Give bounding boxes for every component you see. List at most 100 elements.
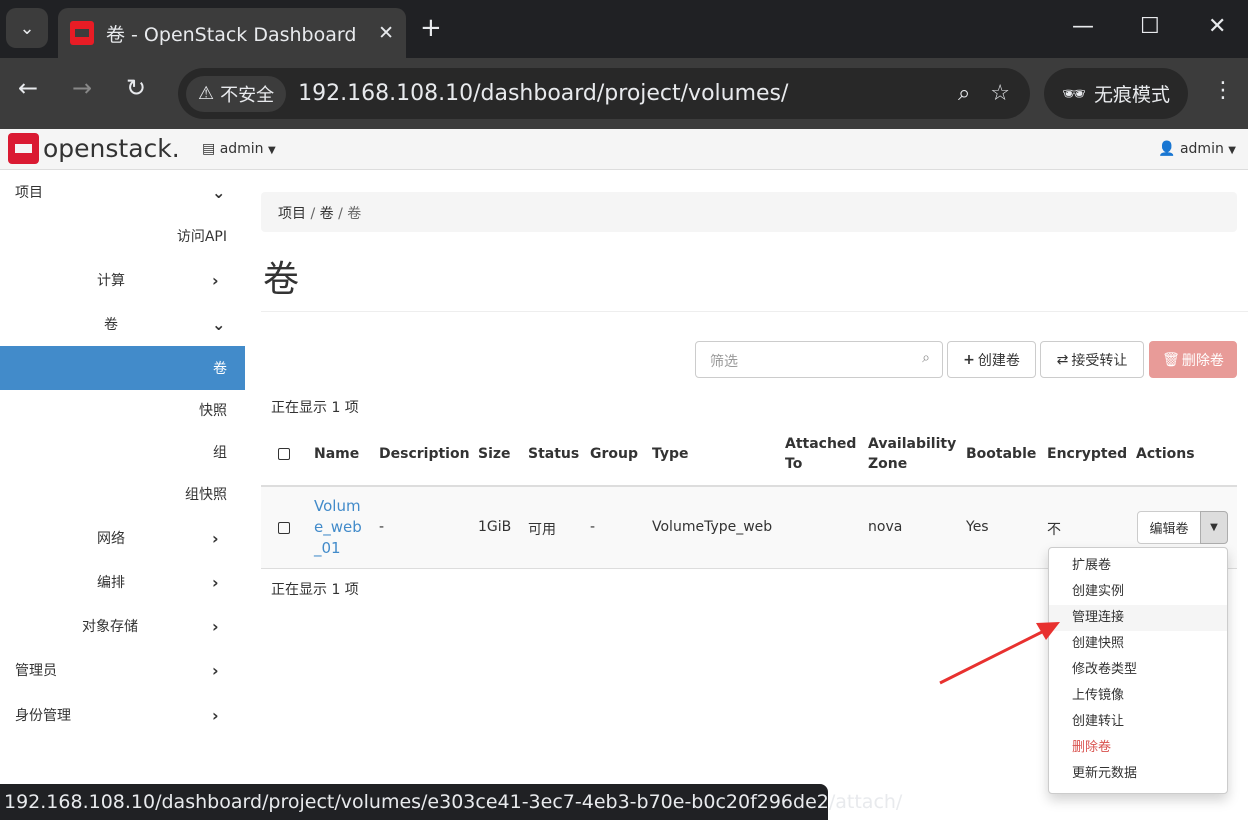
menu-item-launch-instance[interactable]: 创建实例 (1049, 579, 1227, 605)
menu-item-upload-image[interactable]: 上传镜像 (1049, 683, 1227, 709)
incognito-label: 无痕模式 (1094, 84, 1171, 106)
menu-item-manage-attachments[interactable]: 管理连接 (1049, 605, 1227, 631)
accept-transfer-button[interactable]: ⇄ 接受转让 (1040, 341, 1144, 378)
column-header[interactable]: Attached To (785, 434, 856, 474)
breadcrumb-item: 卷 (347, 206, 362, 222)
menu-item-create-transfer[interactable]: 创建转让 (1049, 709, 1227, 735)
close-icon[interactable]: ✕ (378, 22, 394, 44)
sidebar-item-admin[interactable]: 管理员 › (0, 648, 245, 692)
column-header[interactable]: Bootable (966, 444, 1036, 464)
row-checkbox[interactable] (278, 522, 290, 534)
star-icon[interactable]: ☆ (990, 81, 1010, 106)
column-header[interactable]: Description (379, 444, 470, 464)
incognito-icon: 🕶 (1061, 83, 1087, 105)
sidebar-item-label: 对象存储 (82, 619, 138, 635)
insecure-label: 不安全 (220, 84, 275, 106)
menu-item-change-volume-type[interactable]: 修改卷类型 (1049, 657, 1227, 683)
column-header[interactable]: Encrypted (1047, 444, 1127, 464)
cell-group: - (590, 519, 596, 535)
security-indicator[interactable]: ⚠ 不安全 (186, 75, 287, 112)
edit-volume-button[interactable]: 编辑卷 (1137, 511, 1201, 544)
sidebar-item-volume-group[interactable]: 卷 ⌄ (0, 302, 245, 346)
column-header: Actions (1136, 446, 1195, 462)
browser-toolbar: ← → ↻ ⚠ 不安全 192.168.108.10/dashboard/proj… (0, 58, 1248, 129)
close-window-icon[interactable]: ✕ (1208, 14, 1226, 39)
back-icon[interactable]: ← (18, 74, 38, 102)
item-count-bottom: 正在显示 1 项 (271, 582, 359, 598)
exchange-icon: ⇄ (1056, 351, 1069, 368)
menu-item-update-metadata[interactable]: 更新元数据 (1049, 761, 1227, 787)
column-header[interactable]: Availability Zone (868, 434, 956, 474)
project-name: admin (219, 141, 264, 157)
sidebar-item-identity[interactable]: 身份管理 › (0, 693, 245, 737)
url-text[interactable]: 192.168.108.10/dashboard/project/volumes… (298, 81, 958, 106)
sidebar: 项目 ⌄ 访问API 计算 › 卷 ⌄ 卷 快照 组 组快照 网络 › 编排 › 对象存储… (0, 170, 245, 750)
sidebar-item-network[interactable]: 网络 › (0, 516, 245, 560)
column-header[interactable]: Name (314, 444, 359, 464)
chevron-down-icon: ⌄ (212, 314, 226, 334)
address-bar[interactable]: ⚠ 不安全 192.168.108.10/dashboard/project/vo… (178, 68, 1030, 119)
user-menu[interactable]: 👤 admin ▼ (1158, 141, 1236, 157)
maximize-icon[interactable]: ☐ (1140, 14, 1160, 39)
sidebar-item-label: 组快照 (185, 487, 227, 503)
warning-icon: ⚠ (198, 83, 215, 104)
sidebar-item-orchestration[interactable]: 编排 › (0, 560, 245, 604)
button-label: 删除卷 (1181, 352, 1224, 369)
sidebar-item-label: 项目 (15, 185, 43, 201)
sidebar-item-api-access[interactable]: 访问API (0, 214, 245, 258)
menu-item-delete-volume[interactable]: 删除卷 (1049, 735, 1227, 761)
column-header[interactable]: Status (528, 444, 579, 464)
trash-icon: 🗑 (1162, 351, 1180, 368)
actions-dropdown-toggle[interactable]: ▼ (1200, 511, 1228, 544)
menu-item-create-snapshot[interactable]: 创建快照 (1049, 631, 1227, 657)
sidebar-item-project[interactable]: 项目 ⌄ (0, 170, 245, 214)
tab-search-button[interactable]: ⌄ (6, 8, 48, 48)
logo-text: openstack. (43, 134, 180, 163)
cell-status: 可用 (528, 522, 556, 538)
zoom-icon[interactable]: ⌕ (958, 81, 970, 106)
sidebar-item-label: 编排 (97, 575, 125, 591)
browser-tab[interactable]: 卷 - OpenStack Dashboard ✕ (58, 8, 406, 58)
create-volume-button[interactable]: + 创建卷 (947, 341, 1036, 378)
reload-icon[interactable]: ↻ (126, 74, 146, 102)
menu-item-extend-volume[interactable]: 扩展卷 (1049, 553, 1227, 579)
new-tab-icon[interactable]: + (420, 14, 442, 42)
caret-down-icon: ▼ (268, 145, 276, 156)
sidebar-item-object-store[interactable]: 对象存储 › (0, 604, 245, 648)
sidebar-item-label: 计算 (97, 273, 125, 289)
more-menu-icon[interactable]: ⋮ (1212, 78, 1234, 103)
sidebar-item-label: 网络 (97, 531, 125, 547)
caret-down-icon: ▼ (1228, 145, 1236, 156)
breadcrumb-item[interactable]: 卷 (320, 206, 334, 222)
sidebar-item-group-snapshots[interactable]: 组快照 (0, 472, 245, 516)
sidebar-item-snapshots[interactable]: 快照 (0, 388, 245, 432)
item-count-top: 正在显示 1 项 (271, 400, 359, 416)
forward-icon[interactable]: → (72, 74, 92, 102)
column-header[interactable]: Type (652, 444, 689, 464)
incognito-indicator[interactable]: 🕶 无痕模式 (1044, 68, 1188, 119)
sidebar-item-groups[interactable]: 组 (0, 430, 245, 474)
select-all-checkbox[interactable] (278, 448, 290, 460)
page-title: 卷 (263, 259, 300, 300)
sidebar-item-volumes[interactable]: 卷 (0, 346, 245, 390)
dashboard-header: openstack. ▤ admin ▼ 👤 admin ▼ (0, 129, 1248, 170)
delete-volumes-button[interactable]: 🗑 删除卷 (1149, 341, 1237, 378)
project-selector[interactable]: ▤ admin ▼ (202, 141, 276, 157)
search-icon[interactable]: ⌕ (922, 350, 930, 366)
cell-size: 1GiB (478, 519, 512, 535)
chevron-right-icon: › (212, 705, 219, 725)
volume-name-link[interactable]: Volume_web_01 (314, 496, 364, 559)
chevron-right-icon: › (212, 572, 219, 592)
breadcrumb-item[interactable]: 项目 (278, 206, 306, 222)
column-header[interactable]: Group (590, 444, 638, 464)
openstack-logo[interactable]: openstack. (8, 133, 180, 164)
sidebar-item-compute[interactable]: 计算 › (0, 258, 245, 302)
minimize-icon[interactable]: — (1072, 14, 1094, 39)
link-preview-status-bar: 192.168.108.10/dashboard/project/volumes… (0, 784, 902, 820)
user-name: admin (1179, 141, 1224, 157)
openstack-favicon-icon (70, 21, 94, 45)
column-header[interactable]: Size (478, 444, 511, 464)
cell-type: VolumeType_web (652, 519, 773, 535)
filter-input[interactable]: 筛选 ⌕ (695, 341, 943, 378)
sidebar-item-label: 快照 (199, 403, 227, 419)
